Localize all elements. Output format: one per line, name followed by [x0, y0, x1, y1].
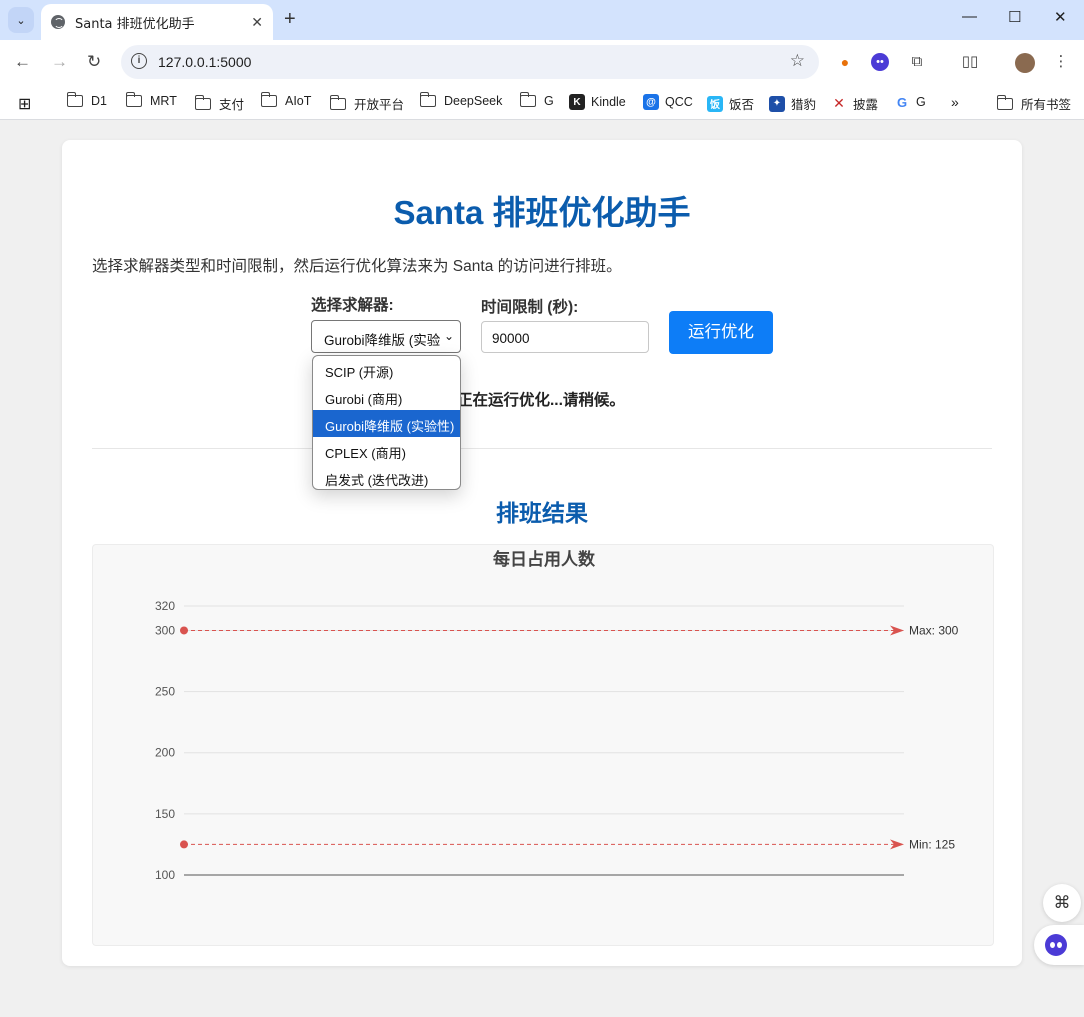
min-limit-point: [180, 840, 188, 849]
bookmark-mrt[interactable]: MRT: [125, 92, 177, 108]
lieyou-icon: ✦: [769, 95, 785, 112]
bookmark-disclosure[interactable]: ✕ 披露: [831, 94, 878, 113]
folder-icon: [125, 92, 142, 107]
kindle-icon: K: [569, 94, 585, 110]
chevron-down-icon: ⌄: [440, 329, 454, 343]
reload-icon[interactable]: ↻: [87, 52, 101, 72]
apps-grid-icon[interactable]: ⊞: [18, 94, 31, 114]
close-tab-icon[interactable]: ✕: [251, 14, 263, 31]
status-message: 正在运行优化...请稍候。: [457, 392, 625, 409]
bookmark-kindle[interactable]: K Kindle: [569, 94, 626, 110]
bookmark-aiot[interactable]: AIoT: [260, 92, 311, 108]
bookmark-deepseek[interactable]: DeepSeek: [419, 92, 502, 108]
y-tick-label-150: 150: [155, 807, 175, 821]
browser-tab-bar: ⌄ Santa 排班优化助手 ✕ + — ☐ ✕: [0, 0, 1084, 40]
bookmark-star-icon[interactable]: ☆: [790, 51, 805, 71]
bookmark-fanfou[interactable]: 饭饭否: [707, 94, 754, 113]
extension-robot-icon[interactable]: ••: [871, 53, 889, 71]
bookmark-google[interactable]: GG: [894, 94, 926, 110]
folder-icon: [194, 94, 211, 110]
solver-option-scip[interactable]: SCIP (开源): [313, 356, 460, 383]
tab-title: Santa 排班优化助手: [75, 16, 195, 32]
fanfou-icon: 饭: [707, 95, 723, 112]
folder-icon: [419, 92, 436, 107]
time-limit-input[interactable]: 90000: [481, 321, 649, 353]
new-tab-icon[interactable]: +: [284, 8, 296, 31]
chart-title: 每日占用人数: [493, 549, 596, 569]
address-bar[interactable]: i 127.0.0.1:5000 ☆: [121, 45, 819, 79]
y-tick-label-200: 200: [155, 746, 175, 760]
time-limit-label: 时间限制 (秒):: [481, 299, 579, 316]
results-title: 排班结果: [496, 500, 588, 526]
folder-icon: [66, 92, 83, 107]
folder-icon: [519, 92, 536, 107]
site-info-icon[interactable]: i: [131, 53, 147, 69]
main-card: Santa 排班优化助手 选择求解器类型和时间限制，然后运行优化算法来为 San…: [62, 140, 1022, 966]
run-optimization-button[interactable]: 运行优化: [669, 311, 773, 354]
solver-dropdown-list: SCIP (开源) Gurobi (商用) Gurobi降维版 (实验性) CP…: [312, 355, 461, 490]
page-viewport: Santa 排班优化助手 选择求解器类型和时间限制，然后运行优化算法来为 San…: [0, 121, 1084, 1017]
bookmark-lieyou[interactable]: ✦ 猎豹: [769, 94, 816, 113]
url-text: 127.0.0.1:5000: [158, 54, 252, 70]
min-limit-label: Min: 125: [909, 837, 955, 851]
y-tick-label-250: 250: [155, 685, 175, 699]
bookmarks-bar: ⊞ D1 MRT 支付 AIoT 开放平台 DeepSeek G K Kindle…: [0, 86, 1084, 120]
occupancy-chart: 每日占用人数 100 150 200 250 300 320 Max: 300 Min: 125: [92, 544, 994, 946]
solver-select-value: Gurobi降维版 (实验: [324, 333, 441, 348]
assistant-robot-icon[interactable]: [1034, 925, 1084, 965]
all-bookmarks[interactable]: 所有书签: [996, 94, 1071, 113]
bookmark-qcc[interactable]: @ QCC: [643, 94, 693, 110]
globe-icon: [51, 15, 65, 29]
folder-icon: [996, 94, 1013, 110]
command-shortcut-icon[interactable]: ⌘: [1043, 884, 1081, 922]
solver-option-gurobi[interactable]: Gurobi (商用): [313, 383, 460, 410]
solver-option-heuristic[interactable]: 启发式 (迭代改进): [313, 464, 460, 489]
solver-option-cplex[interactable]: CPLEX (商用): [313, 437, 460, 464]
browser-toolbar: ← → ↻ i 127.0.0.1:5000 ☆ ● •• ⧉ ▯▯ ⋮: [0, 40, 1084, 86]
bookmark-pay[interactable]: 支付: [194, 94, 244, 113]
google-icon: G: [894, 94, 910, 110]
page-title: Santa 排班优化助手: [393, 194, 691, 231]
chart-svg: 每日占用人数 100 150 200 250 300 320 Max: 300 Min: 125: [155, 549, 959, 882]
browser-tab[interactable]: Santa 排班优化助手 ✕: [41, 4, 273, 40]
maximize-icon[interactable]: ☐: [1008, 8, 1021, 26]
solver-option-gurobi-reduced[interactable]: Gurobi降维版 (实验性): [313, 410, 460, 437]
profile-avatar[interactable]: [1015, 53, 1035, 73]
solver-label: 选择求解器:: [311, 297, 394, 314]
menu-dots-icon[interactable]: ⋮: [1052, 53, 1070, 71]
y-tick-label-100: 100: [155, 868, 175, 882]
folder-icon: [329, 94, 346, 110]
y-tick-label-300: 300: [155, 623, 175, 637]
qcc-icon: @: [643, 94, 659, 110]
disclosure-x-icon: ✕: [831, 95, 847, 112]
extension-pin-icon[interactable]: ●: [836, 53, 854, 71]
window-close-icon[interactable]: ✕: [1054, 8, 1067, 26]
forward-icon[interactable]: →: [51, 52, 68, 72]
intro-text: 选择求解器类型和时间限制，然后运行优化算法来为 Santa 的访问进行排班。: [92, 258, 622, 275]
y-tick-label-320: 320: [155, 599, 175, 613]
max-limit-point: [180, 626, 188, 635]
extensions-puzzle-icon[interactable]: ⧉: [908, 53, 926, 71]
bookmark-open-platform[interactable]: 开放平台: [329, 94, 404, 113]
bookmark-g[interactable]: G: [519, 92, 554, 108]
tab-search-icon[interactable]: ⌄: [8, 7, 34, 33]
robot-face-icon: [1045, 934, 1067, 956]
minimize-icon[interactable]: —: [962, 8, 977, 25]
solver-select[interactable]: Gurobi降维版 (实验 ⌄: [311, 320, 461, 353]
bookmark-d1[interactable]: D1: [66, 92, 107, 108]
more-bookmarks-icon[interactable]: »: [951, 94, 959, 110]
divider: [92, 448, 992, 449]
max-limit-label: Max: 300: [909, 623, 959, 637]
back-icon[interactable]: ←: [14, 52, 31, 72]
reading-list-icon[interactable]: ▯▯: [961, 53, 979, 71]
folder-icon: [260, 92, 277, 107]
